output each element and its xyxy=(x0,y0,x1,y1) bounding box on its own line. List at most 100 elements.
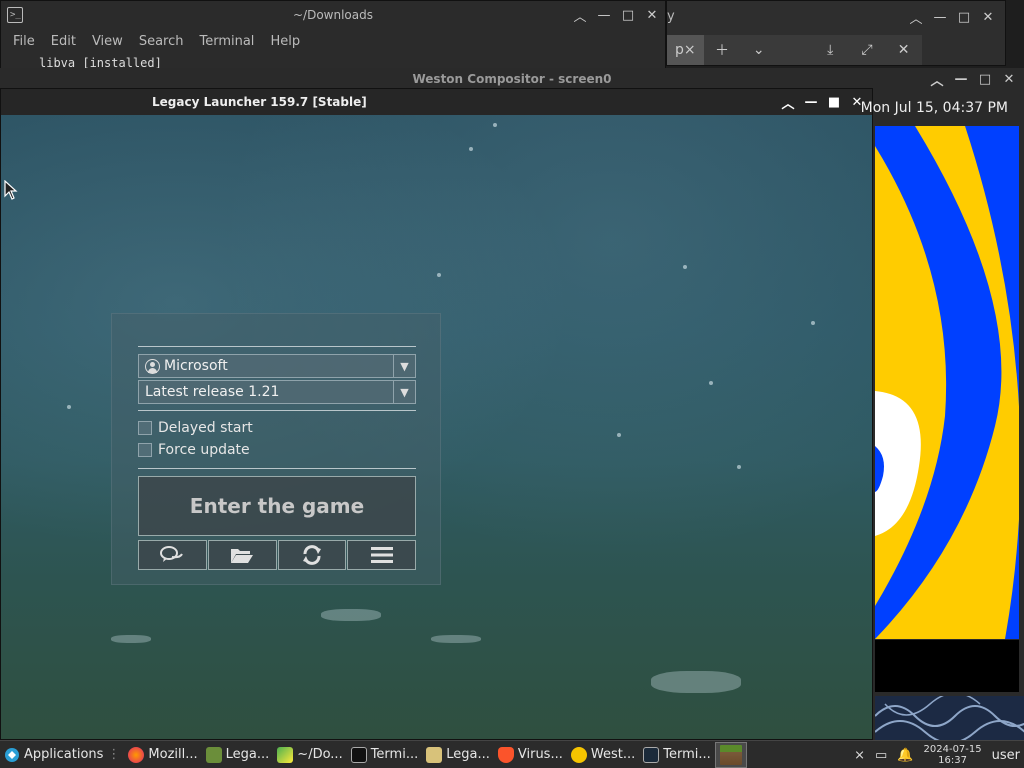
checkbox-box[interactable] xyxy=(138,443,152,457)
launcher-window[interactable]: Legacy Launcher 159.7 [Stable] ︿ — ■ ✕ M… xyxy=(0,88,873,740)
browser-tab[interactable]: p× xyxy=(667,35,704,65)
force-update-checkbox[interactable]: Force update xyxy=(138,442,250,458)
checkbox-box[interactable] xyxy=(138,421,152,435)
weston-title: Weston Compositor - screen0 xyxy=(412,72,612,86)
menu-edit[interactable]: Edit xyxy=(51,34,76,49)
close-icon[interactable]: ✕ xyxy=(1002,72,1016,87)
weston-pattern-panel xyxy=(875,696,1024,740)
menu-view[interactable]: View xyxy=(92,34,123,49)
terminal-window[interactable]: >_ ~/Downloads ︿ — □ ✕ File Edit View Se… xyxy=(0,0,666,70)
close-icon[interactable]: ✕ xyxy=(981,10,995,25)
maximize-icon[interactable]: ■ xyxy=(827,95,841,110)
folder-icon xyxy=(426,746,443,763)
scene-particle xyxy=(617,433,621,437)
scene-particle xyxy=(493,123,497,127)
close-icon[interactable]: ✕ xyxy=(885,42,922,58)
menu-search[interactable]: Search xyxy=(139,34,184,49)
task-terminal-2[interactable]: Termi... xyxy=(639,742,715,768)
weston-clock: Mon Jul 15, 04:37 PM xyxy=(860,100,1008,116)
delayed-start-checkbox[interactable]: Delayed start xyxy=(138,420,253,436)
notification-bell-icon[interactable]: 🔔 xyxy=(897,748,913,763)
menu-file[interactable]: File xyxy=(13,34,35,49)
tab-close-icon[interactable]: × xyxy=(684,35,696,65)
chevron-down-icon[interactable]: ▼ xyxy=(393,381,415,403)
task-editor[interactable]: ~/Do... xyxy=(273,742,346,768)
weston-titlebar[interactable]: Weston Compositor - screen0 ︿ — □ ✕ xyxy=(0,68,1024,90)
chevron-down-icon[interactable]: ▼ xyxy=(393,355,415,377)
task-label: West... xyxy=(590,747,636,762)
scene-patch xyxy=(111,635,151,643)
battery-icon[interactable]: ▭ xyxy=(875,748,887,763)
tab-list-icon[interactable]: ⌄ xyxy=(740,42,777,58)
minimize-icon[interactable]: — xyxy=(804,95,818,110)
account-name: Microsoft xyxy=(164,358,228,374)
scene-particle xyxy=(67,405,71,409)
task-label: Mozill... xyxy=(148,747,198,762)
system-tray: ⨯ ▭ 🔔 2024-07-15 16:37 user xyxy=(854,741,1024,768)
terminal-titlebar[interactable]: >_ ~/Downloads ︿ — □ ✕ xyxy=(1,1,665,29)
launcher-panel: Microsoft ▼ Latest release 1.21 ▼ Delaye… xyxy=(111,313,441,585)
maximize-icon[interactable]: □ xyxy=(957,10,971,25)
terminal-app-icon: >_ xyxy=(7,7,23,23)
browser-window[interactable]: y ︿ — □ ✕ p× ＋ ⌄ ⤓ ⤢ ✕ xyxy=(666,0,1006,66)
scene-particle xyxy=(737,465,741,469)
shade-icon[interactable]: ︿ xyxy=(930,70,944,89)
panel-separator xyxy=(138,346,416,347)
separator-handle: ⋮ xyxy=(107,747,121,762)
minimize-icon[interactable]: — xyxy=(954,72,968,87)
task-launcher[interactable]: Lega... xyxy=(202,742,274,768)
applications-menu-button[interactable]: Applications ⋮ xyxy=(0,742,124,768)
network-disconnected-icon[interactable]: ⨯ xyxy=(854,748,865,763)
delayed-start-label: Delayed start xyxy=(158,420,253,436)
weston-pattern-graphic xyxy=(875,696,1024,740)
minimize-icon[interactable]: — xyxy=(597,8,611,23)
force-update-label: Force update xyxy=(158,442,250,458)
maximize-icon[interactable]: □ xyxy=(978,72,992,87)
menu-button[interactable] xyxy=(347,540,416,570)
shade-icon[interactable]: ︿ xyxy=(909,8,923,27)
chat-button[interactable] xyxy=(138,540,207,570)
scene-patch xyxy=(651,671,741,693)
scene-particle xyxy=(811,321,815,325)
terminal-icon xyxy=(643,746,660,763)
scene-patch xyxy=(431,635,481,643)
launcher-icon xyxy=(205,746,222,763)
clock-time: 16:37 xyxy=(938,755,967,766)
tab-label: p xyxy=(675,42,684,58)
version-select[interactable]: Latest release 1.21 ▼ xyxy=(138,380,416,404)
task-label: Termi... xyxy=(663,747,711,762)
task-label: Lega... xyxy=(225,747,270,762)
browser-titlebar[interactable]: y ︿ — □ ✕ xyxy=(667,1,1005,33)
shade-icon[interactable]: ︿ xyxy=(781,93,795,112)
enter-game-button[interactable]: Enter the game xyxy=(138,476,416,536)
task-firefox[interactable]: Mozill... xyxy=(124,742,201,768)
task-label: Virus... xyxy=(517,747,563,762)
launcher-titlebar[interactable]: Legacy Launcher 159.7 [Stable] ︿ — ■ ✕ xyxy=(1,89,872,115)
task-brave[interactable]: Virus... xyxy=(494,742,567,768)
brave-icon xyxy=(497,746,514,763)
open-folder-button[interactable] xyxy=(207,540,277,570)
task-terminal[interactable]: Termi... xyxy=(347,742,423,768)
download-icon[interactable]: ⤓ xyxy=(812,42,849,58)
maximize-icon[interactable]: □ xyxy=(621,8,635,23)
task-weston[interactable]: West... xyxy=(567,742,639,768)
task-active-launcher[interactable] xyxy=(714,741,747,768)
menu-help[interactable]: Help xyxy=(270,34,300,49)
task-label: Termi... xyxy=(370,747,419,762)
panel-separator xyxy=(138,468,416,469)
account-select[interactable]: Microsoft ▼ xyxy=(138,354,416,378)
new-tab-icon[interactable]: ＋ xyxy=(704,40,741,60)
folder-icon xyxy=(231,549,254,563)
menu-terminal[interactable]: Terminal xyxy=(199,34,254,49)
refresh-button[interactable] xyxy=(277,540,347,570)
taskbar-clock[interactable]: 2024-07-15 16:37 xyxy=(924,744,982,766)
close-icon[interactable]: ✕ xyxy=(645,8,659,23)
terminal-menubar: File Edit View Search Terminal Help xyxy=(1,29,665,53)
shade-icon[interactable]: ︿ xyxy=(573,6,587,25)
fullscreen-icon[interactable]: ⤢ xyxy=(849,42,886,58)
version-name: Latest release 1.21 xyxy=(145,384,280,400)
task-folder[interactable]: Lega... xyxy=(422,742,494,768)
minimize-icon[interactable]: — xyxy=(933,10,947,25)
user-label[interactable]: user xyxy=(992,748,1020,763)
terminal-title: ~/Downloads xyxy=(293,8,373,22)
